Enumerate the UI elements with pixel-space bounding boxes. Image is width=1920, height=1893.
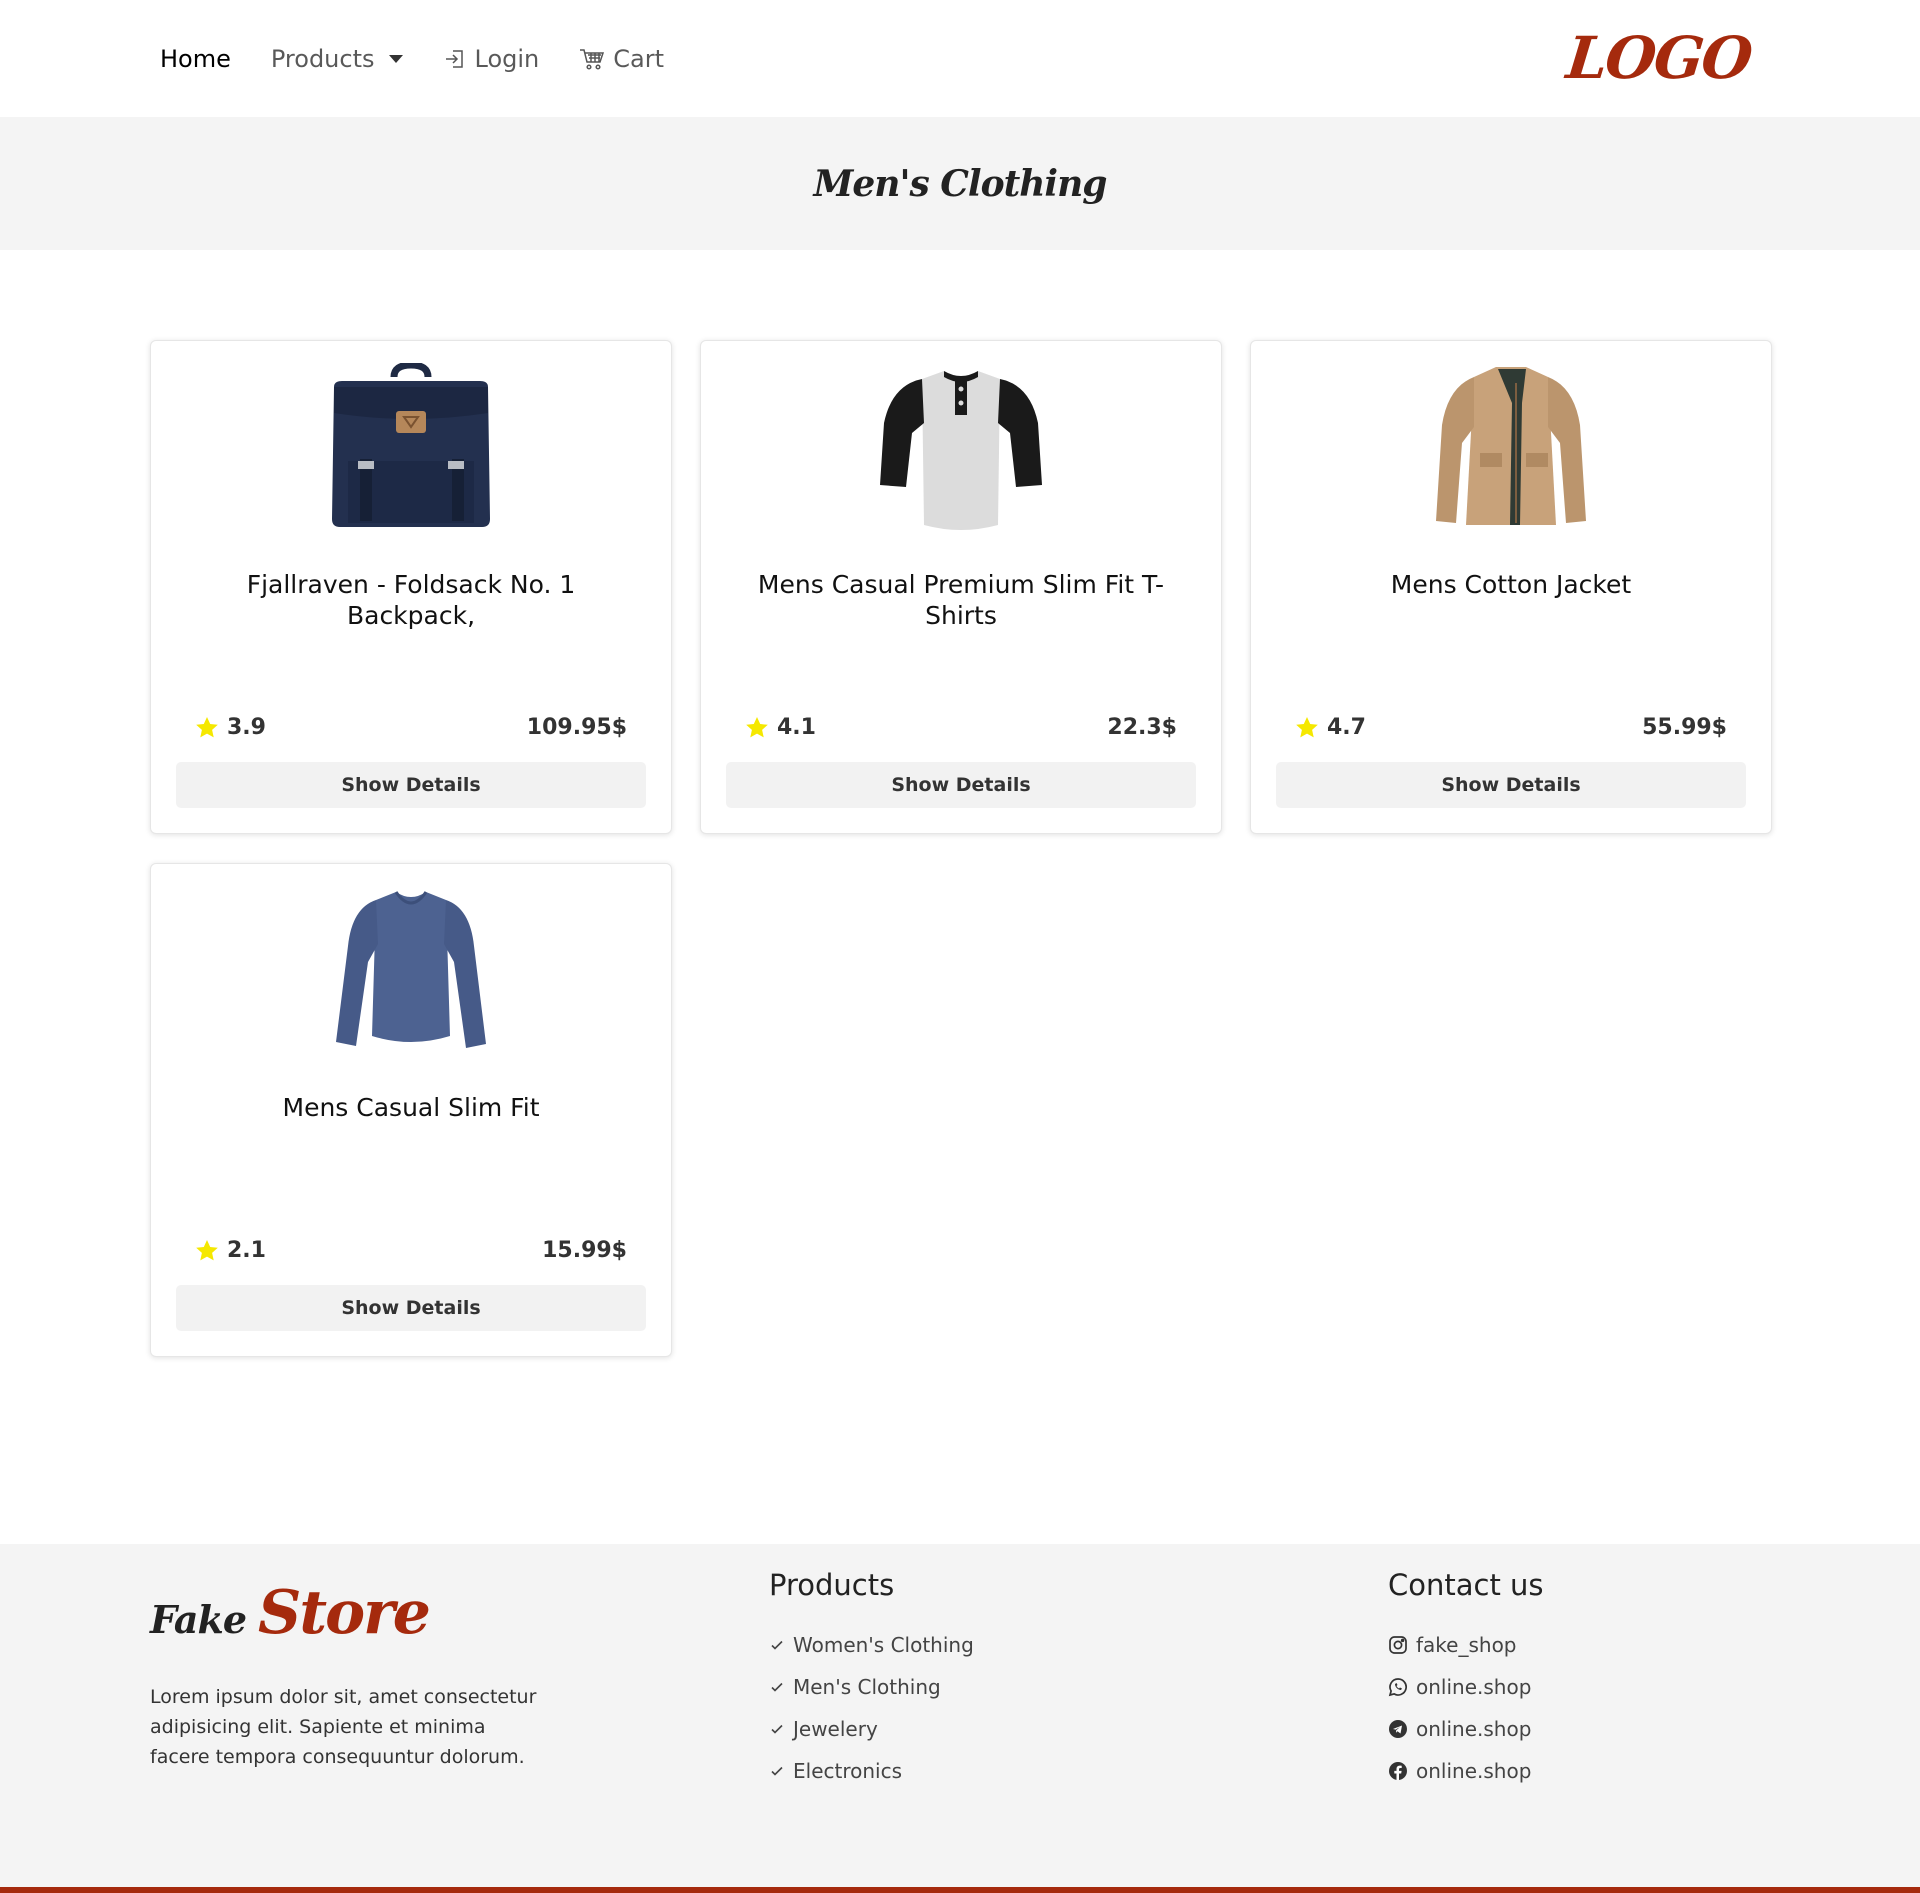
whatsapp-icon: [1388, 1677, 1408, 1697]
star-icon: [195, 1239, 219, 1262]
longsleeve-image: [326, 886, 496, 1054]
nav-cart-label: Cart: [613, 44, 665, 73]
footer-products-column: Products Women's Clothing Men's Clothing…: [769, 1568, 974, 1792]
product-price: 109.95$: [526, 715, 627, 740]
contact-instagram[interactable]: fake_shop: [1388, 1624, 1544, 1666]
footer-brand[interactable]: Fake Store: [150, 1578, 431, 1648]
product-rating: 2.1: [195, 1238, 266, 1263]
check-icon: [769, 1763, 785, 1779]
footer-brand-second: Store: [258, 1578, 431, 1648]
navbar: Home Products Login Cart LOGO: [0, 0, 1920, 117]
footer-link-label: Electronics: [793, 1759, 903, 1783]
footer-contact-column: Contact us fake_shop online.shop online.…: [1388, 1568, 1544, 1792]
product-card: Fjallraven - Foldsack No. 1 Backpack, 3.…: [150, 340, 672, 834]
telegram-icon: [1388, 1719, 1408, 1739]
footer: Fake Store Lorem ipsum dolor sit, amet c…: [0, 1544, 1920, 1893]
login-icon: [443, 47, 467, 71]
contact-telegram[interactable]: online.shop: [1388, 1708, 1544, 1750]
product-title[interactable]: Mens Cotton Jacket: [1281, 569, 1741, 600]
footer-link-jewelery[interactable]: Jewelery: [769, 1708, 974, 1750]
product-card: Mens Casual Premium Slim Fit T-Shirts 4.…: [700, 340, 1222, 834]
footer-products-heading: Products: [769, 1568, 895, 1602]
page-title: Men's Clothing: [813, 162, 1108, 205]
product-title[interactable]: Fjallraven - Foldsack No. 1 Backpack,: [181, 569, 641, 631]
facebook-icon: [1388, 1761, 1408, 1781]
star-icon: [745, 716, 769, 739]
page-header: Men's Clothing: [0, 117, 1920, 250]
nav-home-link[interactable]: Home: [160, 45, 231, 73]
instagram-icon: [1388, 1635, 1408, 1655]
contact-label: online.shop: [1416, 1759, 1532, 1783]
footer-brand-first: Fake: [150, 1597, 247, 1642]
product-rating-value: 4.7: [1327, 715, 1366, 740]
contact-label: online.shop: [1416, 1675, 1532, 1699]
footer-link-womens-clothing[interactable]: Women's Clothing: [769, 1624, 974, 1666]
product-rating: 4.7: [1295, 715, 1366, 740]
jacket-image: [1426, 363, 1596, 531]
footer-link-label: Jewelery: [793, 1717, 878, 1741]
backpack-image: [326, 363, 496, 531]
show-details-button[interactable]: Show Details: [176, 1285, 646, 1331]
contact-whatsapp[interactable]: online.shop: [1388, 1666, 1544, 1708]
nav-products-dropdown[interactable]: Products: [271, 45, 403, 73]
show-details-button[interactable]: Show Details: [1276, 762, 1746, 808]
footer-link-label: Women's Clothing: [793, 1633, 974, 1657]
product-rating-value: 2.1: [227, 1238, 266, 1263]
product-rating: 4.1: [745, 715, 816, 740]
product-price: 22.3$: [1107, 715, 1177, 740]
product-price: 15.99$: [542, 1238, 627, 1263]
product-title[interactable]: Mens Casual Slim Fit: [181, 1092, 641, 1123]
footer-contact-list: fake_shop online.shop online.shop online…: [1388, 1624, 1544, 1792]
main-nav: Home Products Login Cart: [160, 0, 704, 117]
chevron-down-icon: [388, 54, 403, 63]
nav-home-label: Home: [160, 44, 231, 73]
tshirt-image: [876, 363, 1046, 531]
product-price: 55.99$: [1642, 715, 1727, 740]
footer-link-label: Men's Clothing: [793, 1675, 941, 1699]
footer-link-mens-clothing[interactable]: Men's Clothing: [769, 1666, 974, 1708]
star-icon: [195, 716, 219, 739]
product-title[interactable]: Mens Casual Premium Slim Fit T-Shirts: [731, 569, 1191, 631]
product-card: Mens Cotton Jacket 4.7 55.99$ Show Detai…: [1250, 340, 1772, 834]
nav-cart-link[interactable]: Cart: [579, 45, 664, 73]
nav-products-label: Products: [270, 44, 375, 73]
site-logo[interactable]: LOGO: [1563, 24, 1754, 92]
check-icon: [769, 1679, 785, 1695]
product-rating-value: 4.1: [777, 715, 816, 740]
nav-login-label: Login: [474, 44, 540, 73]
footer-link-electronics[interactable]: Electronics: [769, 1750, 974, 1792]
show-details-button[interactable]: Show Details: [176, 762, 646, 808]
cart-icon: [579, 47, 605, 71]
footer-contact-heading: Contact us: [1388, 1568, 1544, 1602]
contact-label: fake_shop: [1416, 1633, 1517, 1657]
check-icon: [769, 1637, 785, 1653]
product-rating: 3.9: [195, 715, 266, 740]
footer-description: Lorem ipsum dolor sit, amet consectetur …: [150, 1686, 537, 1768]
contact-label: online.shop: [1416, 1717, 1532, 1741]
product-rating-value: 3.9: [227, 715, 266, 740]
star-icon: [1295, 716, 1319, 739]
footer-accent-bar: [0, 1887, 1920, 1893]
contact-facebook[interactable]: online.shop: [1388, 1750, 1544, 1792]
product-card: Mens Casual Slim Fit 2.1 15.99$ Show Det…: [150, 863, 672, 1357]
footer-products-list: Women's Clothing Men's Clothing Jewelery…: [769, 1624, 974, 1792]
nav-login-link[interactable]: Login: [443, 44, 540, 73]
check-icon: [769, 1721, 785, 1737]
show-details-button[interactable]: Show Details: [726, 762, 1196, 808]
